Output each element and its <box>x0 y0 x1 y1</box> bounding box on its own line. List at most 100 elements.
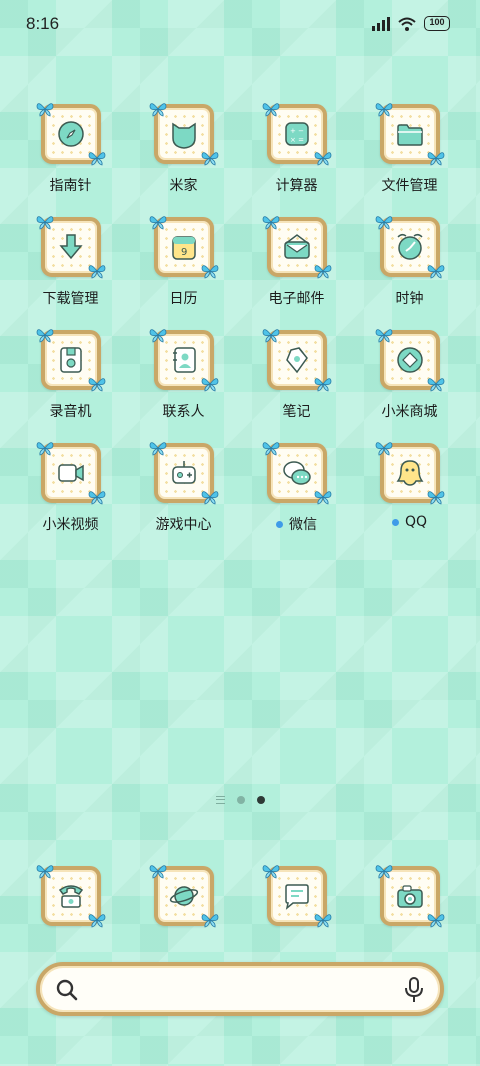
compass-icon <box>57 121 84 147</box>
butterfly-decoration <box>427 914 444 928</box>
app-recorder[interactable]: 录音机 <box>14 329 127 443</box>
butterfly-decoration <box>314 265 331 279</box>
page-indicator[interactable] <box>0 796 480 804</box>
app-label-text: 小米商城 <box>381 404 438 420</box>
status-bar: 8:16 100 <box>0 0 480 50</box>
butterfly-decoration <box>375 216 392 230</box>
app-label: 日历 <box>170 288 198 308</box>
notes-icon <box>285 347 308 374</box>
butterfly-decoration <box>262 216 279 230</box>
butterfly-decoration <box>375 329 392 343</box>
page-list-icon[interactable] <box>215 796 225 804</box>
app-download[interactable]: 下载管理 <box>14 216 127 330</box>
app-icon-frame[interactable] <box>375 442 444 505</box>
game-center-icon <box>171 461 196 484</box>
butterfly-decoration <box>36 329 53 343</box>
app-icon-frame[interactable] <box>262 329 331 392</box>
app-icon-frame[interactable] <box>36 103 105 166</box>
qq-icon <box>396 460 423 486</box>
app-icon-frame[interactable] <box>375 329 444 392</box>
app-icon-frame[interactable] <box>36 216 105 279</box>
app-label: 录音机 <box>50 401 92 421</box>
app-label-text: 米家 <box>169 178 198 194</box>
app-video[interactable]: 小米视频 <box>14 442 127 556</box>
app-icon-frame[interactable] <box>262 442 331 505</box>
app-compass[interactable]: 指南针 <box>14 103 127 217</box>
app-clock[interactable]: 时钟 <box>353 216 466 330</box>
app-calculator[interactable]: + − × = 计算器 <box>240 103 353 217</box>
search-input[interactable] <box>90 976 390 1002</box>
search-bar[interactable] <box>36 962 444 1016</box>
page-dot-active[interactable] <box>256 796 265 804</box>
app-label: 米家 <box>170 175 198 195</box>
app-label-text: 游戏中心 <box>155 517 212 533</box>
app-label-text: 电子邮件 <box>268 291 325 307</box>
app-grid: 指南针 米家 + − × = 计算器 文件管理 下载管理 9 日历 电子邮件 时… <box>14 103 466 556</box>
app-icon-frame[interactable] <box>149 865 218 928</box>
svg-text:9: 9 <box>181 247 187 258</box>
calculator-icon: + −× = <box>284 122 309 146</box>
phone-icon <box>58 885 83 908</box>
app-game-center[interactable]: 游戏中心 <box>127 442 240 556</box>
contacts-icon <box>172 347 196 373</box>
app-label-text: 计算器 <box>275 178 318 194</box>
app-icon-frame[interactable] <box>149 103 218 166</box>
microphone-icon[interactable] <box>404 977 424 1003</box>
dock-messages[interactable] <box>240 865 353 928</box>
app-mijia[interactable]: 米家 <box>127 103 240 217</box>
app-label: 文件管理 <box>382 175 438 195</box>
folder-icon <box>396 124 423 146</box>
app-label: 时钟 <box>396 288 424 308</box>
app-label-text: 联系人 <box>162 404 205 420</box>
status-time: 8:16 <box>26 14 60 33</box>
app-wechat[interactable]: 微信 <box>240 442 353 556</box>
app-icon-frame[interactable] <box>262 865 331 928</box>
battery-indicator: 100 <box>424 16 450 31</box>
app-qq[interactable]: QQ <box>353 442 466 556</box>
app-mi-store[interactable]: 小米商城 <box>353 329 466 443</box>
app-icon-frame[interactable] <box>375 103 444 166</box>
app-folder[interactable]: 文件管理 <box>353 103 466 217</box>
app-label: 微信 <box>276 514 317 534</box>
butterfly-decoration <box>149 103 166 117</box>
butterfly-decoration <box>88 265 105 279</box>
app-mail[interactable]: 电子邮件 <box>240 216 353 330</box>
butterfly-decoration <box>201 491 218 505</box>
app-icon-frame[interactable] <box>375 865 444 928</box>
wifi-icon <box>398 17 416 31</box>
app-label: QQ <box>391 514 427 530</box>
app-label: 游戏中心 <box>156 514 212 534</box>
app-label-text: 日历 <box>169 291 198 307</box>
app-icon-frame[interactable]: + − × = <box>262 103 331 166</box>
dock-phone[interactable] <box>14 865 127 928</box>
mijia-icon <box>171 122 196 149</box>
search-icon[interactable] <box>56 979 78 1001</box>
browser-planet-icon <box>169 886 198 906</box>
app-icon-frame[interactable]: 9 <box>149 216 218 279</box>
butterfly-decoration <box>149 216 166 230</box>
butterfly-decoration <box>427 491 444 505</box>
butterfly-decoration <box>427 265 444 279</box>
app-icon-frame[interactable] <box>36 442 105 505</box>
dock <box>14 865 466 928</box>
dock-browser-planet[interactable] <box>127 865 240 928</box>
app-icon-frame[interactable] <box>262 216 331 279</box>
app-contacts[interactable]: 联系人 <box>127 329 240 443</box>
butterfly-decoration <box>375 442 392 456</box>
dock-camera[interactable] <box>353 865 466 928</box>
app-icon-frame[interactable] <box>375 216 444 279</box>
app-label: 电子邮件 <box>269 288 325 308</box>
mi-store-icon <box>396 347 423 373</box>
app-icon-frame[interactable] <box>36 329 105 392</box>
app-icon-frame[interactable] <box>149 329 218 392</box>
app-calendar[interactable]: 9 日历 <box>127 216 240 330</box>
app-notes[interactable]: 笔记 <box>240 329 353 443</box>
app-label-text: 笔记 <box>282 404 311 420</box>
app-icon-frame[interactable] <box>149 442 218 505</box>
wechat-icon <box>282 461 311 485</box>
butterfly-decoration <box>36 442 53 456</box>
clock-icon <box>396 233 423 260</box>
page-dot[interactable] <box>236 796 245 804</box>
app-icon-frame[interactable] <box>36 865 105 928</box>
butterfly-decoration <box>36 865 53 879</box>
